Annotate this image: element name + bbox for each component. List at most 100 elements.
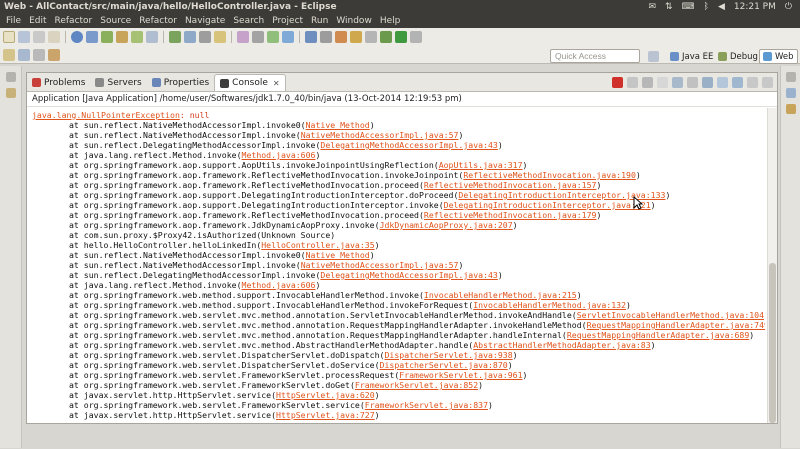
menu-source[interactable]: Source [96, 16, 135, 26]
source-link[interactable]: Method.java:606 [242, 280, 316, 290]
console-scrollbar[interactable] [767, 108, 777, 423]
source-link[interactable]: Method.java:606 [242, 150, 316, 160]
source-link[interactable]: DelegatingIntroductionInterceptor.java:1… [444, 200, 651, 210]
forward-icon[interactable] [18, 49, 30, 61]
previous-annotation-icon[interactable] [214, 31, 226, 43]
source-link[interactable]: HttpServlet.java:620 [276, 390, 375, 400]
power-icon[interactable]: ⏻ [785, 2, 792, 12]
maximize-icon[interactable] [762, 77, 773, 88]
restore-icon[interactable] [785, 72, 796, 82]
menu-help[interactable]: Help [376, 16, 405, 26]
source-link[interactable]: DelegatingMethodAccessorImpl.java:43 [320, 140, 497, 150]
source-link[interactable]: NativeMethodAccessorImpl.java:57 [301, 130, 459, 140]
clear-console-icon[interactable] [657, 77, 668, 88]
remove-all-icon[interactable] [642, 77, 653, 88]
menu-refactor-2[interactable]: Refactor [135, 16, 181, 26]
new-icon[interactable] [3, 31, 15, 43]
java-perspective-icon[interactable] [267, 31, 279, 43]
mark-icon[interactable] [320, 31, 332, 43]
run-menu-icon[interactable] [410, 31, 422, 43]
keyboard-icon[interactable]: ⌨ [682, 2, 695, 12]
menu-search[interactable]: Search [229, 16, 268, 26]
menu-run[interactable]: Run [307, 16, 332, 26]
menu-navigate[interactable]: Navigate [181, 16, 229, 26]
tab-console[interactable]: Console ✕ [214, 74, 286, 91]
next-annotation-icon[interactable] [199, 31, 211, 43]
source-link[interactable]: NativeMethodAccessorImpl.java:57 [301, 260, 459, 270]
minimize-icon[interactable] [747, 77, 758, 88]
back-icon[interactable] [3, 49, 15, 61]
source-link[interactable]: Native Method [306, 120, 370, 130]
source-link[interactable]: InvocableHandlerMethod.java:215 [424, 290, 577, 300]
source-link[interactable]: FrameworkServlet.java:852 [355, 380, 478, 390]
tab-properties[interactable]: Properties [147, 74, 214, 91]
open-console-icon[interactable] [732, 77, 743, 88]
source-link[interactable]: RequestMappingHandlerAdapter.java:749 [587, 320, 765, 330]
scrollbar-thumb[interactable] [769, 263, 776, 423]
perspective-java-ee[interactable]: Java EE [667, 49, 716, 64]
perspective-debug[interactable]: Debug [715, 49, 761, 64]
quick-access-input[interactable] [550, 49, 640, 63]
mail-icon[interactable]: ✉ [648, 2, 656, 12]
menu-refactor[interactable]: Refactor [51, 16, 97, 26]
save-all-icon[interactable] [33, 31, 45, 43]
pin-console-icon[interactable] [702, 77, 713, 88]
new-package-icon[interactable] [116, 31, 128, 43]
task-icon[interactable] [252, 31, 264, 43]
search-icon[interactable] [184, 31, 196, 43]
scroll-lock-icon[interactable] [672, 77, 683, 88]
save-icon[interactable] [18, 31, 30, 43]
open-perspective-icon[interactable] [648, 51, 659, 62]
source-link[interactable]: RequestMappingHandlerAdapter.java:689 [567, 330, 749, 340]
menu-project[interactable]: Project [268, 16, 307, 26]
network-icon[interactable]: ⇅ [665, 2, 673, 12]
source-link[interactable]: DispatcherServlet.java:870 [380, 360, 508, 370]
clock[interactable]: 12:21 PM [734, 2, 776, 12]
close-icon[interactable]: ✕ [273, 79, 280, 88]
deploy-icon[interactable] [86, 31, 98, 43]
remove-launch-icon[interactable] [627, 77, 638, 88]
project-explorer-icon[interactable] [5, 88, 16, 98]
source-link[interactable]: ServletInvocableHandlerMethod.java:104 [577, 310, 764, 320]
terminate-icon[interactable] [612, 77, 623, 88]
external-tools-icon[interactable] [335, 31, 347, 43]
profile-icon[interactable] [365, 31, 377, 43]
source-link[interactable]: InvocableHandlerMethod.java:132 [473, 300, 626, 310]
debug-icon[interactable] [380, 31, 392, 43]
source-link[interactable]: ReflectiveMethodInvocation.java:190 [463, 170, 636, 180]
web-browser-icon[interactable] [237, 31, 249, 43]
new-class-icon[interactable] [131, 31, 143, 43]
source-link[interactable]: HttpServlet.java:727 [276, 410, 375, 420]
open-type-icon[interactable] [146, 31, 158, 43]
outline-icon[interactable] [282, 31, 294, 43]
source-link[interactable]: JdkDynamicAopProxy.java:207 [380, 220, 513, 230]
perspective-web[interactable]: Web [759, 49, 798, 64]
tab-problems[interactable]: Problems [27, 74, 90, 91]
server-icon[interactable] [71, 31, 83, 43]
source-link[interactable]: AopUtils.java:317 [439, 160, 523, 170]
volume-icon[interactable]: ◀ [718, 2, 725, 12]
new-java-project-icon[interactable] [101, 31, 113, 43]
menu-file[interactable]: File [2, 16, 25, 26]
menu-edit[interactable]: Edit [25, 16, 50, 26]
history-icon[interactable] [48, 49, 60, 61]
source-link[interactable]: FrameworkServlet.java:837 [365, 400, 488, 410]
source-link[interactable]: FrameworkServlet.java:961 [399, 370, 522, 380]
source-link[interactable]: AbstractHandlerMethodAdapter.java:83 [473, 340, 650, 350]
restore-icon[interactable] [5, 72, 16, 82]
run-icon[interactable] [395, 31, 407, 43]
outline-view-icon[interactable] [785, 88, 796, 98]
source-link[interactable]: Native Method [306, 250, 370, 260]
exception-link[interactable]: java.lang.NullPointerException [32, 110, 180, 120]
last-edit-icon[interactable] [33, 49, 45, 61]
tab-servers[interactable]: Servers [90, 74, 146, 91]
display-console-icon[interactable] [717, 77, 728, 88]
menu-window[interactable]: Window [332, 16, 376, 26]
print-icon[interactable] [48, 31, 60, 43]
build-icon[interactable] [350, 31, 362, 43]
source-link[interactable]: DelegatingMethodAccessorImpl.java:43 [320, 270, 497, 280]
source-link[interactable]: ReflectiveMethodInvocation.java:179 [424, 210, 597, 220]
toggle-breakpoint-icon[interactable] [169, 31, 181, 43]
pin-icon[interactable] [305, 31, 317, 43]
source-link[interactable]: ReflectiveMethodInvocation.java:157 [424, 180, 597, 190]
